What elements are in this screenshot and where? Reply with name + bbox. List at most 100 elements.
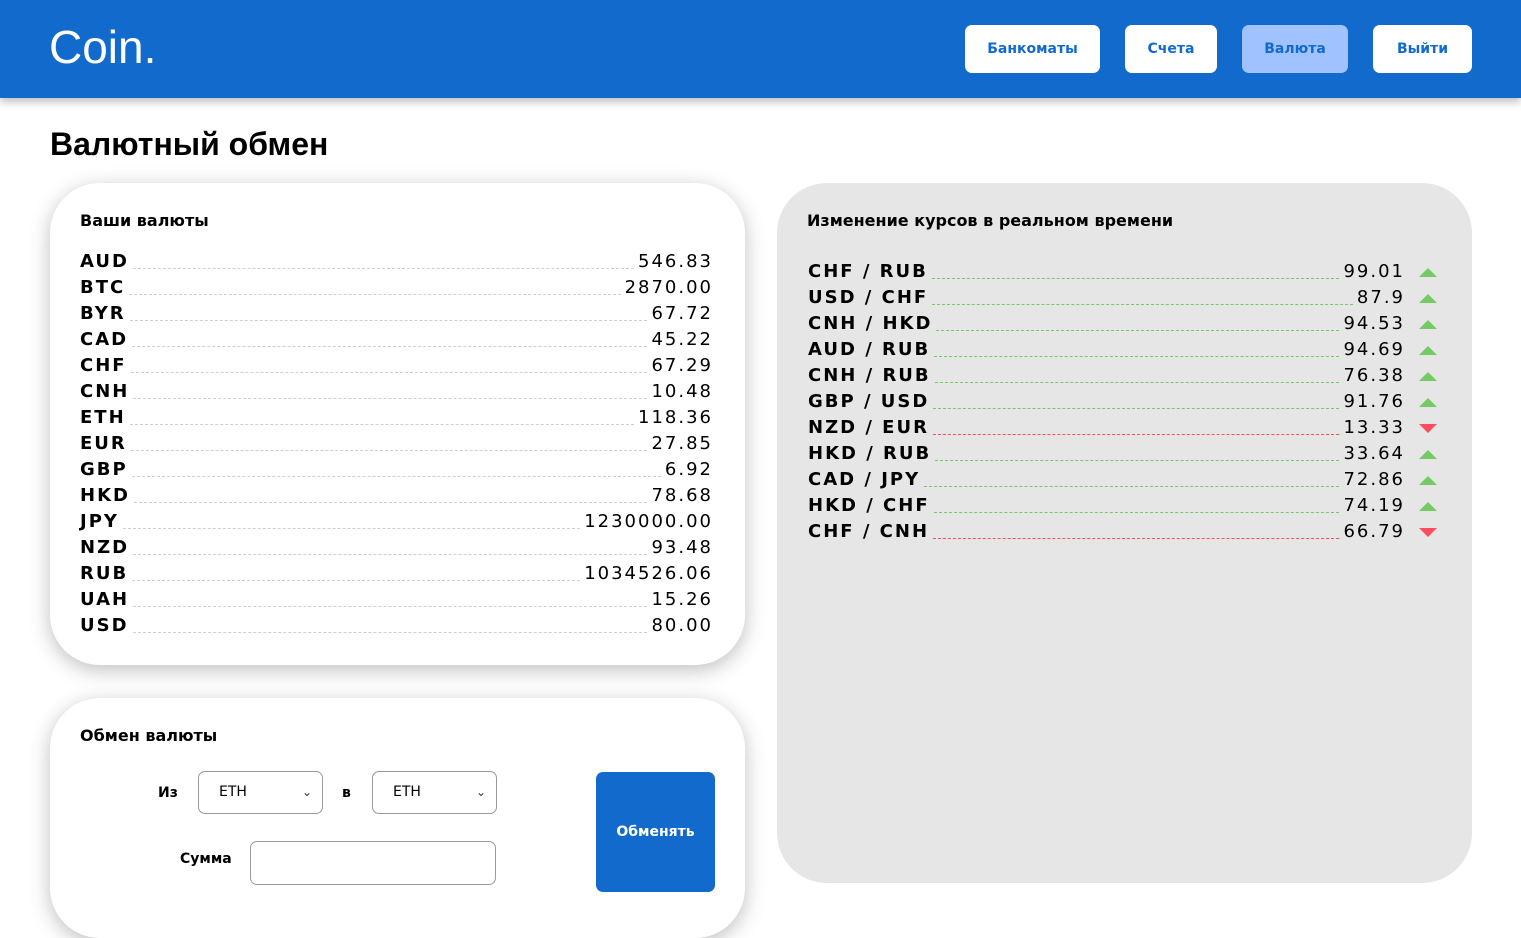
arrow-up-icon — [1419, 372, 1437, 381]
rate-row: HKD / CHF 74.19 — [808, 490, 1441, 516]
dotted-leader — [934, 382, 1340, 383]
chevron-down-icon: ⌄ — [475, 785, 486, 799]
currency-code: USD — [80, 615, 129, 636]
currency-amount: 67.29 — [651, 355, 713, 376]
rate-value: 99.01 — [1343, 261, 1405, 282]
arrow-up-icon — [1419, 476, 1437, 485]
currency-code: AUD — [80, 251, 129, 272]
currency-amount: 10.48 — [651, 381, 713, 402]
currency-pair: AUD / RUB — [808, 339, 931, 360]
rate-value: 76.38 — [1343, 365, 1405, 386]
nav-logout-button[interactable]: Выйти — [1373, 25, 1472, 73]
app-header: Coin. Банкоматы Счета Валюта Выйти — [0, 0, 1521, 98]
currency-pair: GBP / USD — [808, 391, 930, 412]
rate-row: CNH / HKD 94.53 — [808, 308, 1441, 334]
currency-pair: NZD / EUR — [808, 417, 929, 438]
currency-pair: CNH / HKD — [808, 313, 933, 334]
rate-row: CHF / RUB 99.01 — [808, 256, 1441, 282]
nav-accounts-button[interactable]: Счета — [1125, 25, 1217, 73]
rate-row: CAD / JPY 72.86 — [808, 464, 1441, 490]
page-title: Валютный обмен — [50, 126, 329, 162]
dotted-leader — [933, 538, 1340, 539]
dotted-leader — [933, 512, 1340, 513]
currency-pair: HKD / RUB — [808, 443, 932, 464]
rates-title: Изменение курсов в реальном времени — [807, 211, 1174, 230]
currency-pair: CHF / RUB — [808, 261, 928, 282]
arrow-up-icon — [1419, 398, 1437, 407]
currency-amount: 67.72 — [651, 303, 713, 324]
currency-row: CAD 45.22 — [80, 324, 713, 350]
currency-code: BTC — [80, 277, 126, 298]
currency-amount: 80.00 — [651, 615, 713, 636]
arrow-up-icon — [1419, 268, 1437, 277]
currency-amount: 546.83 — [638, 251, 713, 272]
currency-amount: 1230000.00 — [584, 511, 713, 532]
rates-list: CHF / RUB 99.01 USD / CHF 87.9 CNH / HKD 94.5… — [808, 256, 1441, 542]
to-currency-value: ETH — [393, 784, 421, 800]
from-currency-select[interactable]: ETH ⌄ — [198, 771, 323, 814]
currency-amount: 27.85 — [651, 433, 713, 454]
currency-code: EUR — [80, 433, 127, 454]
exchange-button[interactable]: Обменять — [596, 772, 715, 892]
currency-code: RUB — [80, 563, 129, 584]
dotted-leader — [133, 502, 648, 503]
currency-amount: 2870.00 — [624, 277, 713, 298]
currency-row: NZD 93.48 — [80, 532, 713, 558]
currency-row: AUD 546.83 — [80, 246, 713, 272]
dotted-leader — [129, 424, 635, 425]
chevron-down-icon: ⌄ — [301, 785, 312, 799]
from-currency-value: ETH — [219, 784, 247, 800]
your-currencies-card: Ваши валюты AUD 546.83 BTC 2870.00 BYR 67.72 C… — [50, 183, 745, 665]
currency-pair: CHF / CNH — [808, 521, 930, 542]
arrow-up-icon — [1419, 320, 1437, 329]
currency-row: HKD 78.68 — [80, 480, 713, 506]
currency-amount: 118.36 — [638, 407, 713, 428]
dotted-leader — [931, 278, 1340, 279]
currency-code: HKD — [80, 485, 130, 506]
currency-code: NZD — [80, 537, 130, 558]
currency-amount: 15.26 — [651, 589, 713, 610]
dotted-leader — [932, 304, 1353, 305]
exchange-title: Обмен валюты — [80, 726, 218, 745]
rate-value: 91.76 — [1343, 391, 1405, 412]
currency-amount: 45.22 — [651, 329, 713, 350]
arrow-down-icon — [1419, 528, 1437, 537]
arrow-up-icon — [1419, 450, 1437, 459]
currency-row: GBP 6.92 — [80, 454, 713, 480]
dotted-leader — [932, 434, 1340, 435]
rate-row: CNH / RUB 76.38 — [808, 360, 1441, 386]
dotted-leader — [133, 398, 648, 399]
currency-code: JPY — [80, 511, 119, 532]
currency-code: BYR — [80, 303, 126, 324]
currency-code: GBP — [80, 459, 128, 480]
currency-pair: CAD / JPY — [808, 469, 921, 490]
amount-label: Сумма — [180, 851, 232, 867]
dotted-leader — [933, 408, 1340, 409]
currency-pair: CNH / RUB — [808, 365, 931, 386]
currency-row: JPY 1230000.00 — [80, 506, 713, 532]
currency-code: CAD — [80, 329, 129, 350]
rate-value: 94.69 — [1343, 339, 1405, 360]
rate-value: 94.53 — [1343, 313, 1405, 334]
dotted-leader — [132, 632, 648, 633]
rate-row: USD / CHF 87.9 — [808, 282, 1441, 308]
from-label: Из — [158, 785, 178, 801]
to-currency-select[interactable]: ETH ⌄ — [372, 771, 497, 814]
currency-row: BTC 2870.00 — [80, 272, 713, 298]
rate-value: 74.19 — [1343, 495, 1405, 516]
rate-value: 33.64 — [1343, 443, 1405, 464]
rate-row: AUD / RUB 94.69 — [808, 334, 1441, 360]
nav-atms-button[interactable]: Банкоматы — [965, 25, 1100, 73]
amount-input[interactable] — [250, 841, 496, 885]
dotted-leader — [130, 450, 648, 451]
currency-amount: 78.68 — [651, 485, 713, 506]
currency-amount: 6.92 — [664, 459, 713, 480]
nav-currency-button[interactable]: Валюта — [1242, 25, 1348, 73]
currency-amount: 1034526.06 — [584, 563, 713, 584]
your-currencies-title: Ваши валюты — [80, 211, 209, 230]
dotted-leader — [936, 330, 1340, 331]
dotted-leader — [132, 268, 635, 269]
rate-row: HKD / RUB 33.64 — [808, 438, 1441, 464]
dotted-leader — [131, 476, 661, 477]
currency-list: AUD 546.83 BTC 2870.00 BYR 67.72 CAD 45.22 CHF 67… — [80, 246, 713, 636]
